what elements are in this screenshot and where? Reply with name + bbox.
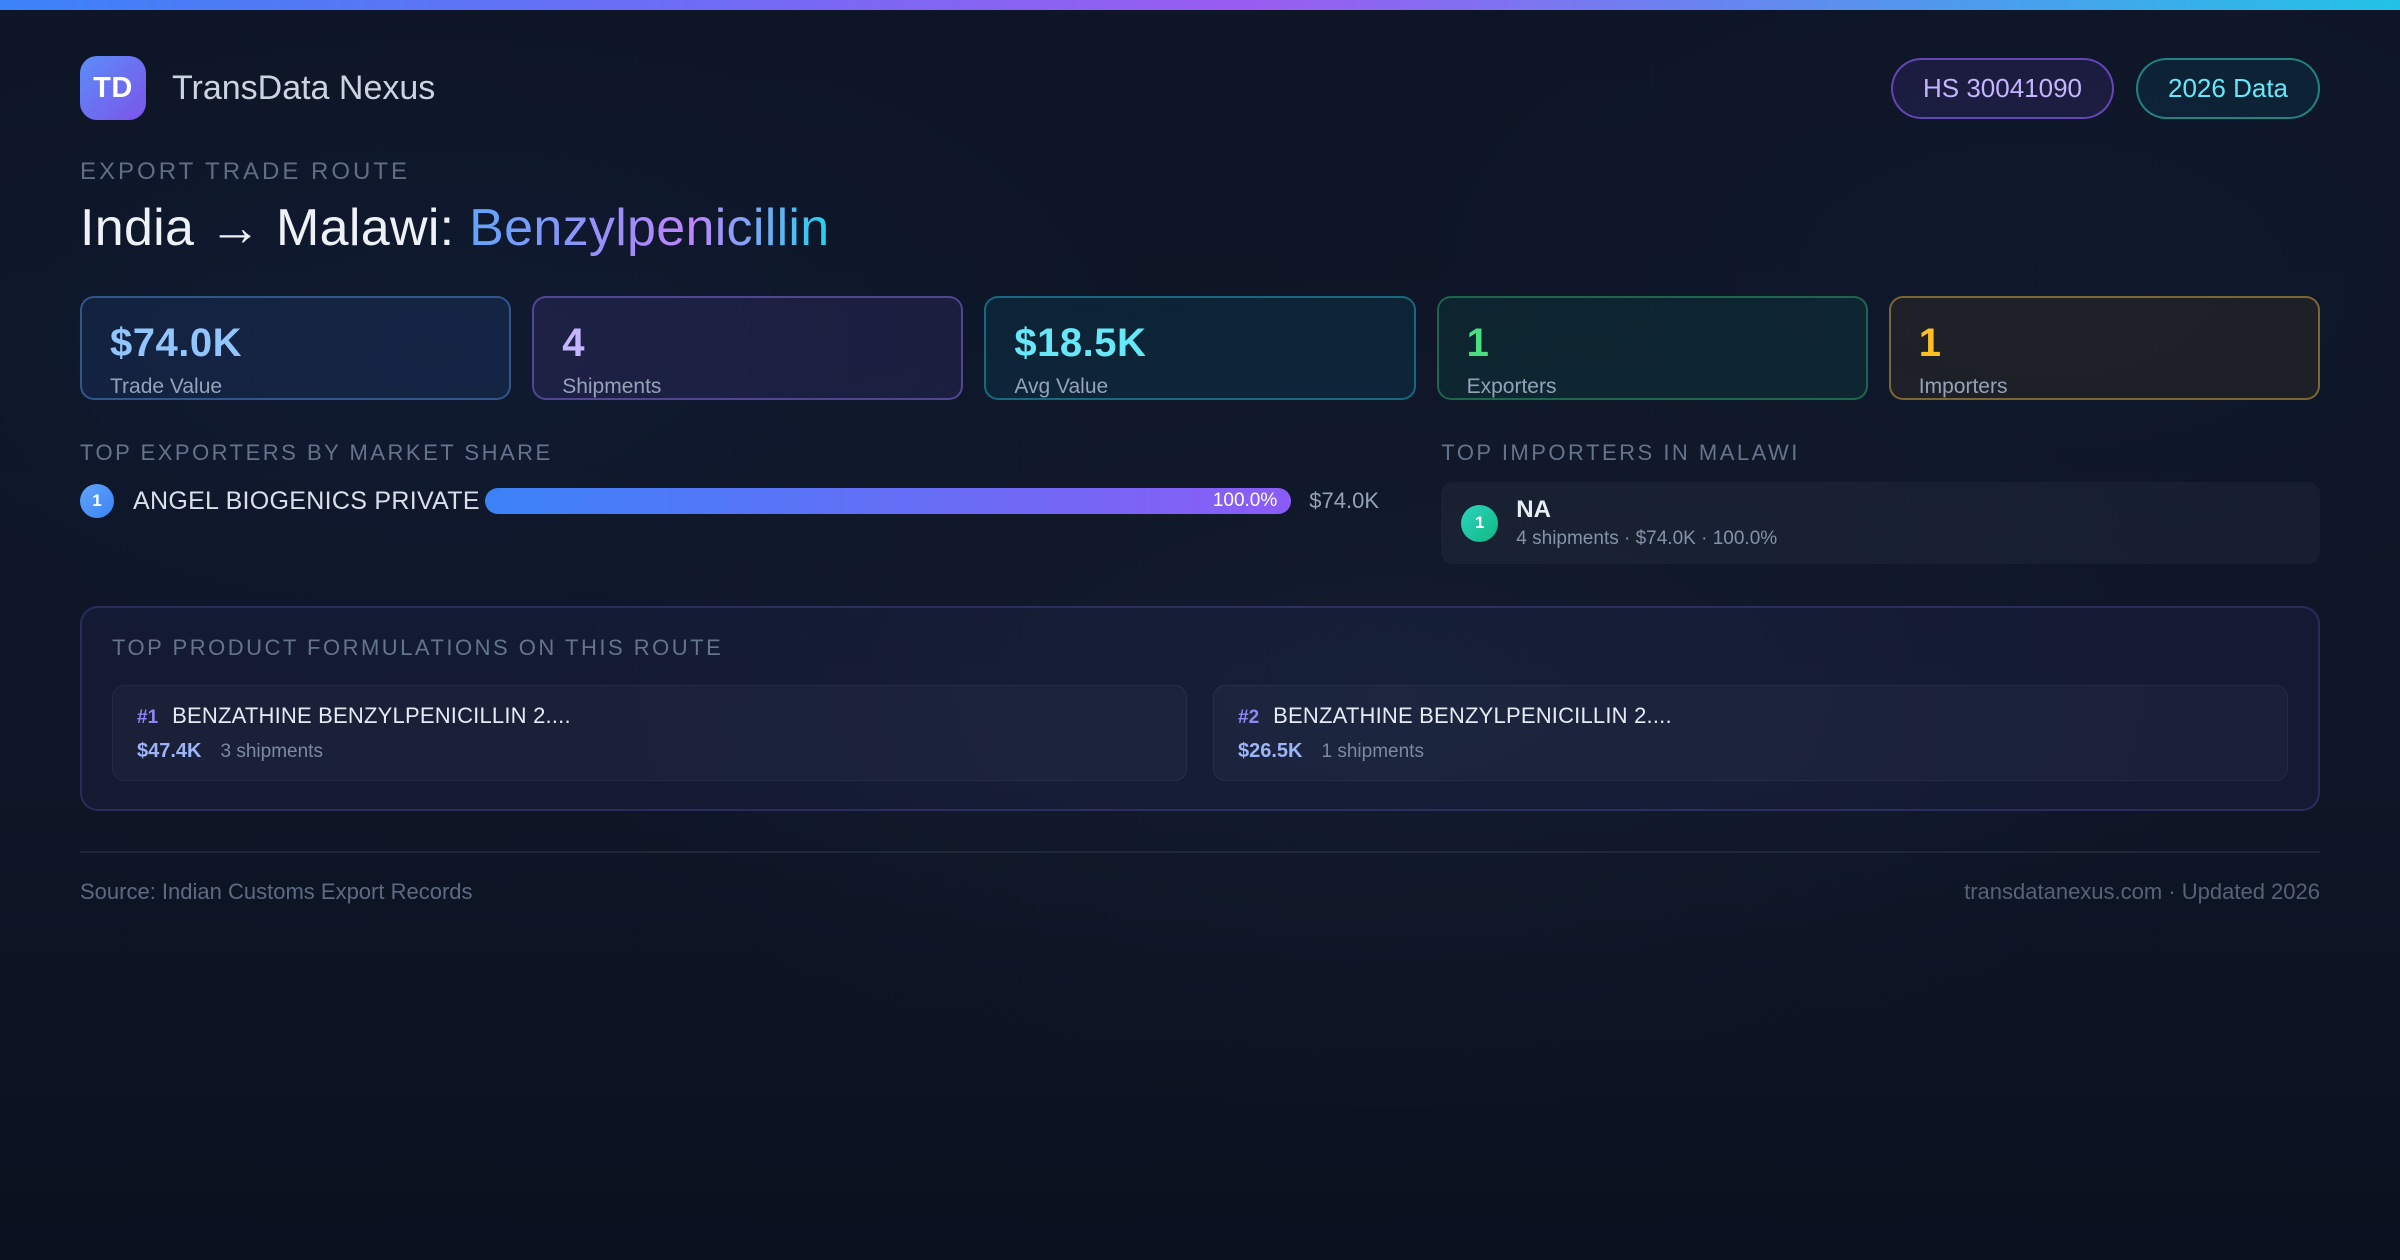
page-title-route: India → Malawi: <box>80 199 470 257</box>
rank-badge: 1 <box>1461 504 1499 542</box>
brand-logo-text: TD <box>93 71 133 104</box>
footer-source: Source: Indian Customs Export Records <box>80 879 473 904</box>
brand-name: TransData Nexus <box>172 68 436 107</box>
formulation-stats: $47.4K 3 shipments <box>137 740 1162 763</box>
formulation-header: #1 BENZATHINE BENZYLPENICILLIN 2.... <box>137 703 1162 729</box>
exporters-heading: TOP EXPORTERS BY MARKET SHARE <box>80 440 553 465</box>
page-title-product: Benzylpenicillin <box>469 199 830 257</box>
top-exporters-section: TOP EXPORTERS BY MARKET SHARE 1 ANGEL BI… <box>80 440 1389 564</box>
stat-label: Exporters <box>1466 375 1557 398</box>
accent-gradient-bar <box>0 0 2400 10</box>
importer-name: NA <box>1516 496 1551 523</box>
formulation-name: BENZATHINE BENZYLPENICILLIN 2.... <box>1273 703 1672 728</box>
report-page: TD TransData Nexus HS 30041090 2026 Data… <box>0 56 2400 905</box>
stat-card-importers: 1 Importers <box>1888 296 2320 400</box>
exporter-row[interactable]: 1 ANGEL BIOGENICS PRIVATE LI... 100.0% $… <box>80 484 1389 518</box>
importer-info: NA 4 shipments · $74.0K · 100.0% <box>1516 496 1777 550</box>
formulations-heading: TOP PRODUCT FORMULATIONS ON THIS ROUTE <box>112 635 724 660</box>
stat-label: Shipments <box>562 375 662 398</box>
formulation-card-1[interactable]: #1 BENZATHINE BENZYLPENICILLIN 2.... $47… <box>112 685 1187 781</box>
exporter-name: ANGEL BIOGENICS PRIVATE LI... <box>133 486 485 515</box>
formulation-shipments: 1 shipments <box>1321 741 1424 762</box>
formulation-value: $26.5K <box>1238 740 1303 762</box>
formulation-rank: #2 <box>1238 707 1260 728</box>
formulation-value: $47.4K <box>137 740 202 762</box>
stat-value: $74.0K <box>110 321 242 365</box>
stat-card-exporters: 1 Exporters <box>1436 296 1868 400</box>
market-share-bar-fill: 100.0% <box>485 488 1292 514</box>
formulation-name: BENZATHINE BENZYLPENICILLIN 2.... <box>172 703 571 728</box>
stat-card-shipments: 4 Shipments <box>532 296 964 400</box>
top-importers-section: TOP IMPORTERS IN MALAWI 1 NA 4 shipments… <box>1441 440 2320 564</box>
header: TD TransData Nexus HS 30041090 2026 Data <box>80 56 2320 120</box>
formulation-header: #2 BENZATHINE BENZYLPENICILLIN 2.... <box>1238 703 2263 729</box>
brand-logo: TD <box>80 56 146 120</box>
stat-label: Avg Value <box>1014 375 1109 398</box>
importer-row[interactable]: 1 NA 4 shipments · $74.0K · 100.0% <box>1441 482 2320 564</box>
importer-detail: 4 shipments · $74.0K · 100.0% <box>1516 528 1778 549</box>
importers-heading: TOP IMPORTERS IN MALAWI <box>1441 440 1800 465</box>
formulation-card-2[interactable]: #2 BENZATHINE BENZYLPENICILLIN 2.... $26… <box>1213 685 2288 781</box>
stat-label: Trade Value <box>110 375 223 398</box>
stat-value: 1 <box>1466 321 1490 365</box>
footer-meta: transdatanexus.com · Updated 2026 <box>1964 879 2320 904</box>
header-badges: HS 30041090 2026 Data <box>1890 57 2320 119</box>
formulation-stats: $26.5K 1 shipments <box>1238 740 2263 763</box>
page-title: India → Malawi: Benzylpenicillin <box>80 198 2320 258</box>
data-year-badge[interactable]: 2026 Data <box>2136 57 2320 119</box>
formulations-panel: TOP PRODUCT FORMULATIONS ON THIS ROUTE #… <box>80 606 2320 811</box>
formulation-shipments: 3 shipments <box>220 741 323 762</box>
stat-card-avg-value: $18.5K Avg Value <box>984 296 1416 400</box>
footer: Source: Indian Customs Export Records tr… <box>80 851 2320 905</box>
mid-section: TOP EXPORTERS BY MARKET SHARE 1 ANGEL BI… <box>80 440 2320 564</box>
hs-code-badge[interactable]: HS 30041090 <box>1890 57 2115 119</box>
stat-card-trade-value: $74.0K Trade Value <box>80 296 512 400</box>
rank-badge: 1 <box>80 484 114 518</box>
stat-value: 1 <box>1918 321 1942 365</box>
stat-cards: $74.0K Trade Value 4 Shipments $18.5K Av… <box>80 296 2320 400</box>
stat-value: $18.5K <box>1014 321 1147 365</box>
stat-value: 4 <box>562 321 585 365</box>
formulation-rank: #1 <box>137 707 159 728</box>
formulations-grid: #1 BENZATHINE BENZYLPENICILLIN 2.... $47… <box>112 685 2288 781</box>
route-kicker: EXPORT TRADE ROUTE <box>80 158 411 185</box>
market-share-percent: 100.0% <box>1212 490 1278 511</box>
exporter-trade-value: $74.0K <box>1309 488 1380 513</box>
stat-label: Importers <box>1918 375 2008 398</box>
market-share-bar: 100.0% <box>485 488 1292 514</box>
